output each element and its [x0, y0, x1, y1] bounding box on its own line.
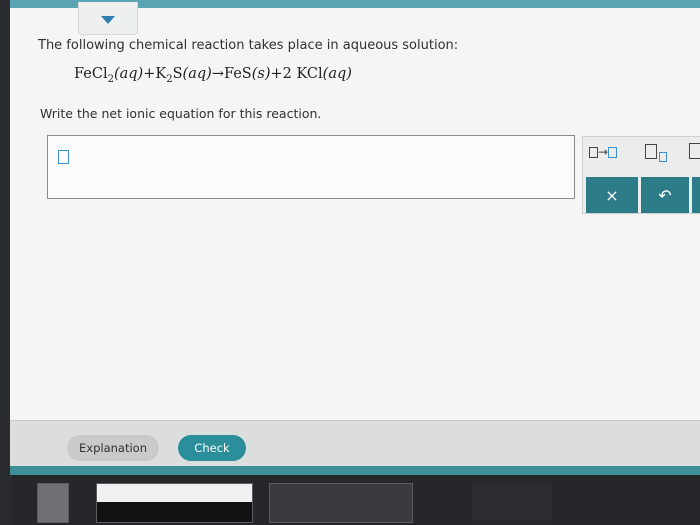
- reactant-2-tail: S: [172, 66, 183, 82]
- more-tool-button[interactable]: [689, 143, 700, 159]
- close-icon: ×: [605, 185, 619, 205]
- thumbnail-content: [97, 502, 252, 522]
- bottom-accent-strip: [10, 466, 700, 475]
- question-intro: The following chemical reaction takes pl…: [38, 38, 459, 53]
- check-button[interactable]: Check: [178, 435, 246, 461]
- taskbar-thumbnail[interactable]: [269, 483, 413, 523]
- reaction-arrow-icon: →: [598, 145, 609, 159]
- reactant-2-state: (aq): [182, 66, 212, 82]
- reaction-arrow: →: [211, 66, 224, 82]
- taskbar-thumbnail[interactable]: [472, 483, 552, 521]
- taskbar: [12, 475, 700, 525]
- clear-button[interactable]: ×: [586, 177, 638, 213]
- reactant-2: K: [155, 66, 167, 82]
- reaction-equation: FeCl2(aq)+K2S(aq)→FeS(s)+2 KCl(aq): [74, 66, 352, 85]
- reaction-arrow-button[interactable]: →: [589, 145, 618, 159]
- explanation-button[interactable]: Explanation: [67, 435, 159, 461]
- toolbar-overflow-button[interactable]: [692, 177, 700, 213]
- taskbar-thumbnail[interactable]: [96, 483, 253, 523]
- taskbar-thumbnail[interactable]: [37, 483, 69, 523]
- answer-input[interactable]: [47, 135, 575, 199]
- undo-icon: ↶: [658, 185, 672, 205]
- product-1: FeS: [223, 66, 252, 82]
- subscript-box-icon: [659, 152, 667, 162]
- reactant-1-state: (aq): [113, 66, 144, 82]
- undo-button[interactable]: ↶: [641, 177, 689, 213]
- placeholder-box-icon: [608, 146, 618, 158]
- plus-sign-2: +: [270, 66, 283, 82]
- product-2-state: (aq): [322, 66, 352, 82]
- app-window: The following chemical reaction takes pl…: [10, 0, 700, 475]
- footer-bar: Explanation Check: [10, 420, 700, 467]
- product-1-state: (s): [251, 66, 271, 82]
- placeholder-box-icon: [589, 146, 598, 158]
- equation-toolbar: → × ↶: [582, 136, 700, 214]
- plus-sign-1: +: [143, 66, 156, 82]
- product-2: 2 KCl: [282, 66, 323, 82]
- collapse-tab[interactable]: [78, 2, 138, 35]
- input-cursor: [58, 150, 69, 164]
- question-instruction: Write the net ionic equation for this re…: [40, 106, 322, 121]
- subscript-icon: [645, 144, 657, 159]
- caret-down-icon: [101, 16, 115, 24]
- reactant-1: FeCl: [74, 66, 108, 82]
